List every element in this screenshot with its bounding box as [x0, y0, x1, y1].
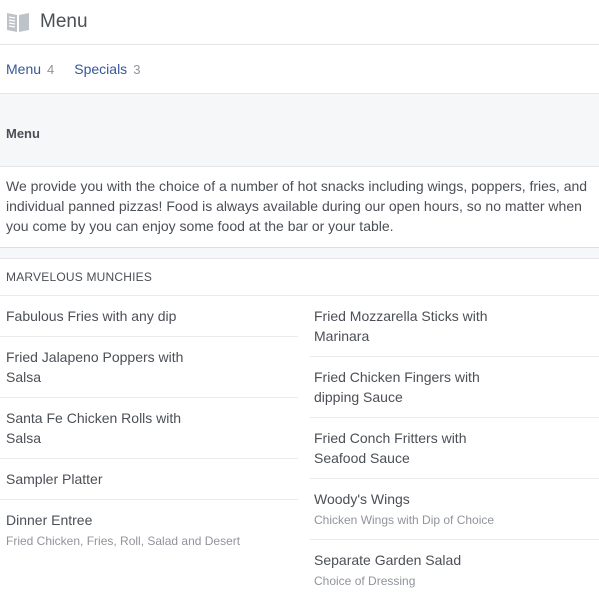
menu-item-name: Santa Fe Chicken Rolls with Salsa — [6, 410, 182, 446]
menu-item-name: Fried Jalapeno Poppers with Salsa — [6, 349, 184, 385]
menu-item-name: Fabulous Fries with any dip — [6, 308, 177, 324]
page-title: Menu — [40, 11, 88, 32]
menu-description: We provide you with the choice of a numb… — [0, 167, 599, 248]
menu-item[interactable]: Fabulous Fries with any dip — [0, 296, 298, 337]
menu-item-description: Fried Chicken, Fries, Roll, Salad and De… — [6, 534, 241, 548]
menu-tabs: Menu 4 Specials 3 — [0, 45, 599, 94]
menu-column-right: Fried Mozzarella Sticks with Marinara Fr… — [310, 296, 599, 600]
menu-item[interactable]: Separate Garden Salad Choice of Dressing — [310, 540, 599, 600]
menu-items-grid: Fabulous Fries with any dip Fried Jalape… — [0, 296, 599, 600]
menu-column-left: Fabulous Fries with any dip Fried Jalape… — [0, 296, 298, 600]
menu-item-name: Fried Conch Fritters with Seafood Sauce — [314, 430, 467, 466]
menu-item[interactable]: Fried Jalapeno Poppers with Salsa — [0, 337, 298, 398]
menu-item[interactable]: Fried Mozzarella Sticks with Marinara — [310, 296, 599, 357]
menu-item[interactable]: Woody's Wings Chicken Wings with Dip of … — [310, 479, 599, 540]
menu-item[interactable]: Fried Chicken Fingers with dipping Sauce — [310, 357, 599, 418]
section-heading: Menu — [6, 126, 40, 141]
section-divider — [0, 248, 599, 259]
book-icon — [6, 11, 30, 33]
tab-menu[interactable]: Menu 4 — [6, 61, 54, 77]
tab-menu-label: Menu — [6, 61, 42, 77]
menu-item[interactable]: Santa Fe Chicken Rolls with Salsa — [0, 398, 298, 459]
category-title: MARVELOUS MUNCHIES — [0, 259, 599, 296]
section-header: Menu — [0, 94, 599, 167]
menu-item[interactable]: Fried Conch Fritters with Seafood Sauce — [310, 418, 599, 479]
menu-item-name: Fried Mozzarella Sticks with Marinara — [314, 308, 488, 344]
tab-specials[interactable]: Specials 3 — [74, 61, 140, 77]
menu-item[interactable]: Sampler Platter — [0, 459, 298, 500]
page-header: Menu — [0, 0, 599, 45]
menu-item-name: Dinner Entree — [6, 512, 93, 528]
menu-item-name: Fried Chicken Fingers with dipping Sauce — [314, 369, 480, 405]
tab-specials-label: Specials — [74, 61, 128, 77]
menu-item-description: Chicken Wings with Dip of Choice — [314, 513, 495, 527]
tab-menu-count: 4 — [47, 62, 55, 77]
menu-item-name: Woody's Wings — [314, 491, 410, 507]
menu-item-name: Sampler Platter — [6, 471, 103, 487]
menu-item-name: Separate Garden Salad — [314, 552, 462, 568]
tab-specials-count: 3 — [133, 62, 141, 77]
menu-item[interactable]: Dinner Entree Fried Chicken, Fries, Roll… — [0, 500, 298, 560]
